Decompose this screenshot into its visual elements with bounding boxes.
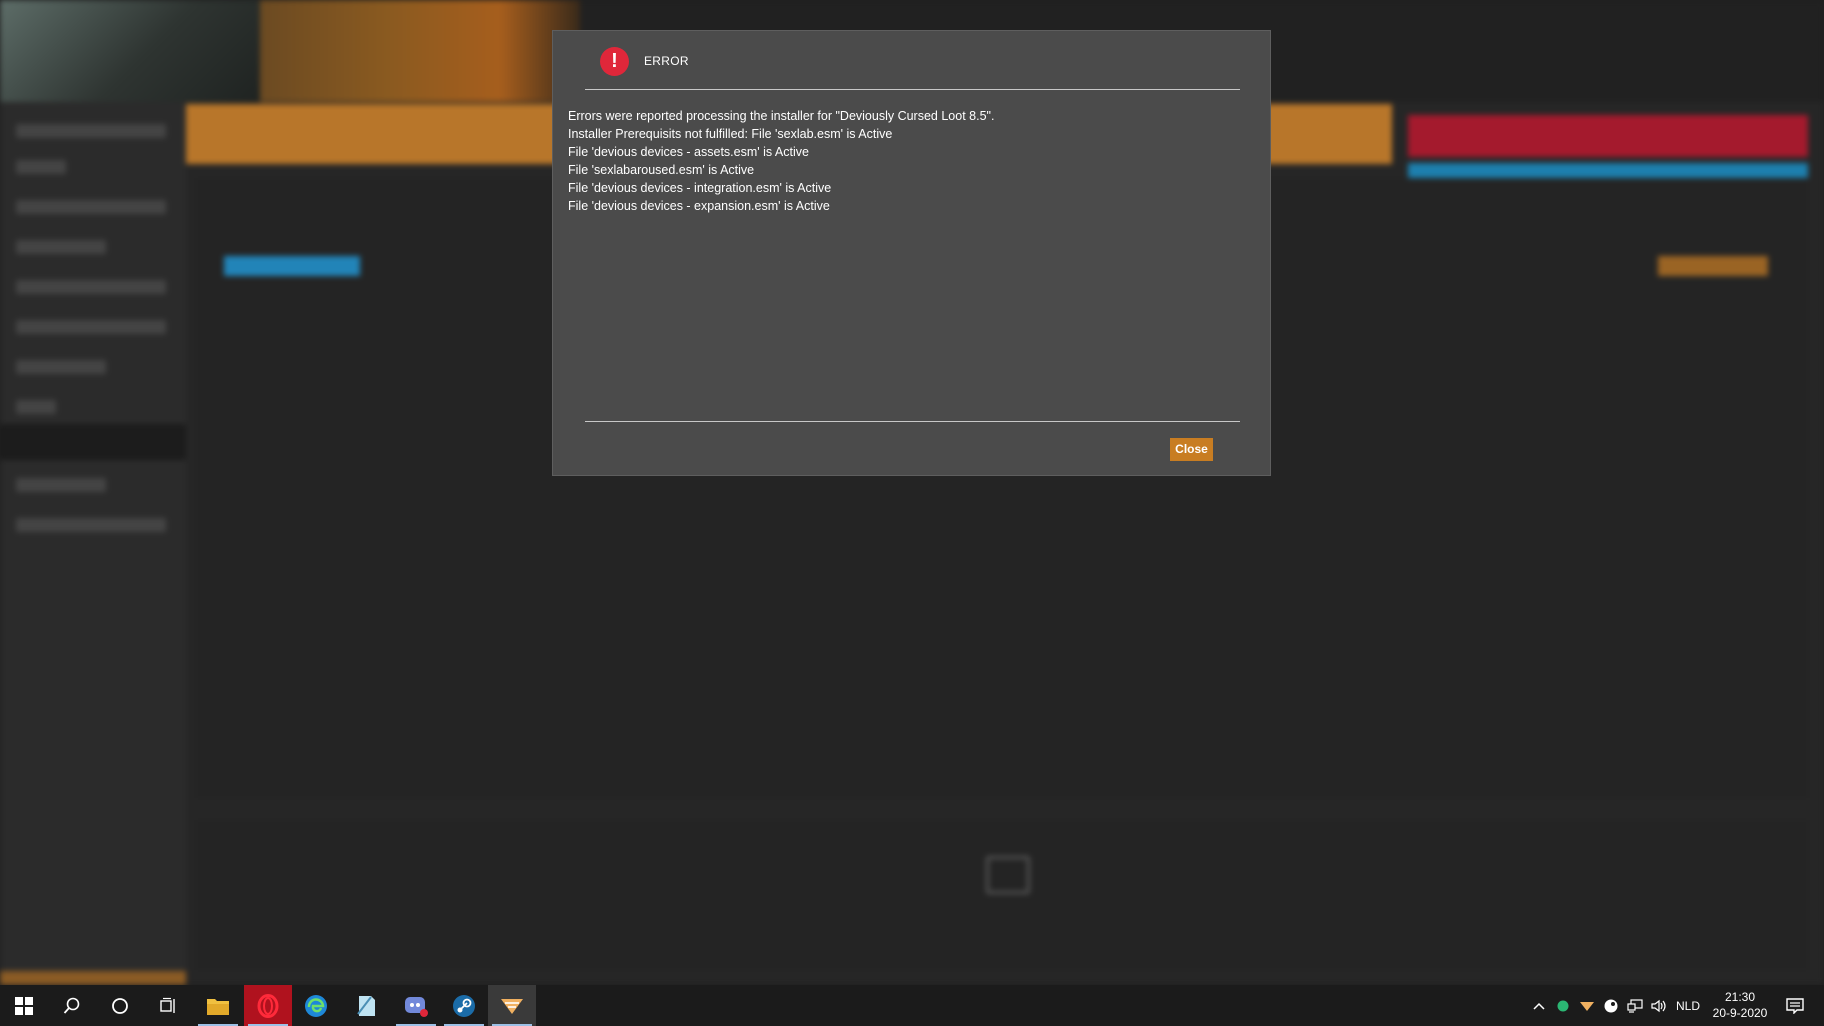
message-line: Errors were reported processing the inst… [568, 109, 995, 123]
sidebar-item [16, 518, 166, 532]
app-sidebar [0, 102, 186, 985]
tray-network[interactable] [1624, 985, 1646, 1026]
taskbar-edge[interactable] [292, 985, 340, 1026]
discord-icon [405, 996, 428, 1017]
search-button[interactable] [48, 985, 96, 1026]
message-line: File 'devious devices - assets.esm' is A… [568, 145, 809, 159]
list-tab-button [224, 256, 360, 276]
notification-center-icon [1786, 997, 1804, 1014]
error-dialog: ! ERROR Errors were reported processing … [552, 30, 1271, 476]
show-hidden-icons-button[interactable] [1528, 985, 1550, 1026]
game-banner-image [0, 0, 260, 102]
opera-icon [257, 993, 279, 1018]
message-line: File 'devious devices - expansion.esm' i… [568, 199, 830, 213]
tray-volume[interactable] [1648, 985, 1670, 1026]
task-view-button[interactable] [144, 985, 192, 1026]
notepad-icon [357, 995, 375, 1016]
tray-status[interactable] [1552, 985, 1574, 1026]
row-action-button [1658, 256, 1768, 276]
sidebar-section-header [16, 160, 66, 174]
folder-icon [207, 998, 229, 1015]
sidebar-item-active [0, 424, 186, 460]
taskbar-steam[interactable] [440, 985, 488, 1026]
taskbar-clock[interactable]: 21:30 20-9-2020 [1702, 989, 1778, 1021]
tray-steam[interactable] [1600, 985, 1622, 1026]
task-view-icon [160, 997, 175, 1013]
dialog-title: ERROR [644, 54, 689, 68]
steam-tray-icon [1604, 999, 1618, 1012]
clock-date: 20-9-2020 [1712, 1006, 1768, 1020]
sidebar-item [16, 240, 106, 254]
sidebar-item [16, 478, 106, 492]
sidebar-item [16, 200, 166, 214]
language-indicator[interactable]: NLD [1672, 985, 1704, 1026]
start-button[interactable] [0, 985, 48, 1026]
sidebar-item [16, 360, 106, 374]
sidebar-item [16, 124, 166, 138]
drop-zone [196, 820, 1808, 970]
network-icon [1627, 998, 1643, 1013]
cortana-circle-icon [112, 997, 128, 1014]
cortana-button[interactable] [96, 985, 144, 1026]
chevron-up-icon [1533, 1002, 1545, 1010]
vortex-tray-icon [1580, 1001, 1594, 1011]
dialog-footer-divider [585, 421, 1240, 422]
tray-vortex[interactable] [1576, 985, 1598, 1026]
message-line: File 'devious devices - integration.esm'… [568, 181, 832, 195]
taskbar-discord[interactable] [392, 985, 440, 1026]
steam-icon [453, 994, 475, 1017]
taskbar-file-explorer[interactable] [194, 985, 242, 1026]
ad-banner [260, 0, 580, 102]
sidebar-item [16, 280, 166, 294]
folder-icon [986, 856, 1030, 894]
green-status-dot-icon [1557, 1000, 1569, 1011]
message-line: Installer Prerequisits not fulfilled: Fi… [568, 127, 893, 141]
taskbar-vortex[interactable] [488, 985, 536, 1026]
search-icon [63, 997, 80, 1014]
sidebar-item [16, 320, 166, 334]
error-exclamation-icon: ! [600, 47, 629, 76]
taskbar-opera[interactable] [244, 985, 292, 1026]
notification-error [1408, 115, 1808, 157]
windows-taskbar: NLD 21:30 20-9-2020 [0, 985, 1824, 1026]
dialog-header: ! ERROR [585, 47, 1240, 90]
windows-logo-icon [15, 996, 33, 1015]
dialog-message: Errors were reported processing the inst… [568, 107, 1248, 215]
vortex-icon [501, 998, 523, 1014]
edge-icon [305, 994, 327, 1017]
taskbar-app-notes[interactable] [342, 985, 390, 1026]
close-button[interactable]: Close [1170, 438, 1213, 461]
clock-time: 21:30 [1724, 990, 1756, 1004]
action-center-button[interactable] [1778, 985, 1812, 1026]
message-line: File 'sexlabaroused.esm' is Active [568, 163, 755, 177]
sidebar-section-header [16, 400, 56, 414]
sidebar-footer [0, 971, 186, 985]
speaker-icon [1651, 999, 1666, 1012]
